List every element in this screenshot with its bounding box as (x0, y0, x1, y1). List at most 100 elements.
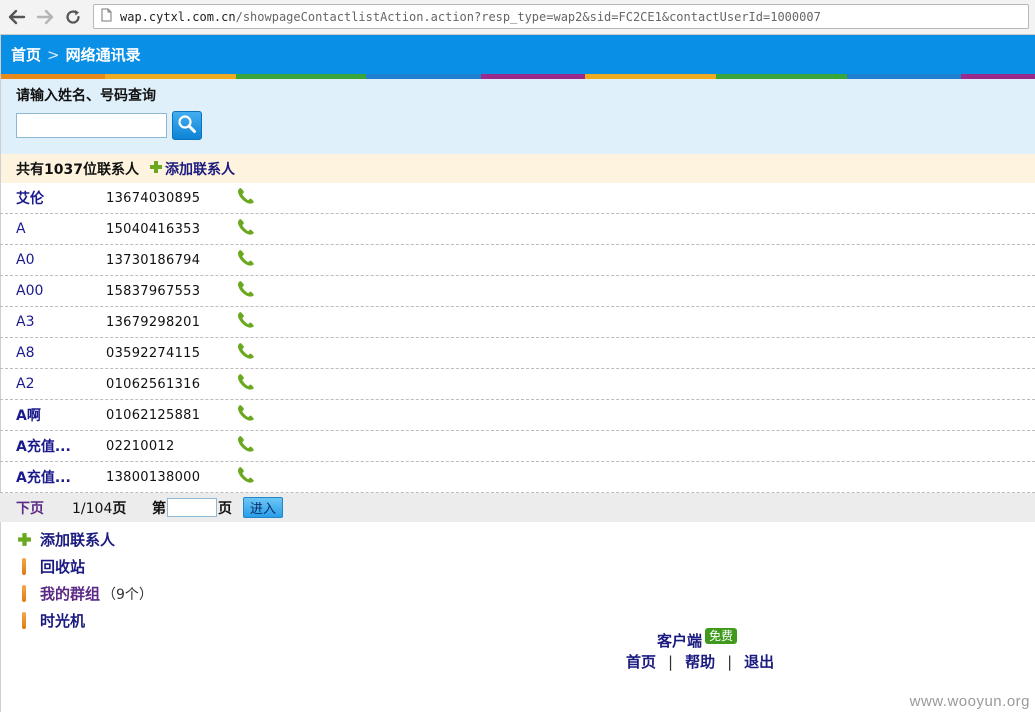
contact-row: A2 01062561316 (0, 369, 1035, 400)
bullet-bar-icon (16, 585, 32, 602)
contact-phone: 13730186794 (106, 252, 201, 268)
client-link[interactable]: 客户端 (657, 630, 702, 651)
phone-icon[interactable] (236, 466, 256, 488)
link-my-groups: 我的群组 （9个） (16, 580, 1035, 607)
contact-row: A00 15837967553 (0, 276, 1035, 307)
page-current: 1/104 (72, 500, 113, 517)
page-icon (101, 8, 112, 26)
contact-name-link[interactable]: A2 (16, 376, 34, 392)
bullet-bar-icon (16, 558, 32, 575)
phone-icon[interactable] (236, 404, 256, 426)
breadcrumb-separator: > (47, 45, 60, 64)
contact-phone: 15837967553 (106, 283, 201, 299)
url-path: /showpageContactlistAction.action?resp_t… (235, 9, 821, 24)
reload-icon[interactable] (62, 6, 84, 28)
footer-nav: 首页 | 帮助 | 退出 (626, 651, 774, 672)
go-button[interactable]: 进入 (243, 497, 283, 518)
contact-phone: 01062561316 (106, 376, 201, 392)
phone-icon[interactable] (236, 342, 256, 364)
phone-icon[interactable] (236, 311, 256, 333)
contact-phone: 02210012 (106, 438, 175, 454)
contact-row: A啊 01062125881 (0, 400, 1035, 431)
link-time-machine: 时光机 (16, 607, 1035, 634)
contact-row: A 15040416353 (0, 214, 1035, 245)
page-info: 1/104页 (72, 498, 126, 518)
contact-row: A充值... 02210012 (0, 431, 1035, 462)
site-header: 首页 > 网络通讯录 (0, 35, 1035, 74)
contact-name-link[interactable]: A00 (16, 283, 43, 299)
stripe-segment (716, 74, 847, 79)
search-row (16, 111, 1035, 140)
contact-name-link[interactable]: A (16, 221, 26, 237)
color-stripe (0, 74, 1035, 79)
footer-logout-link[interactable]: 退出 (744, 651, 774, 672)
link-add-contact: 添加联系人 (16, 526, 1035, 553)
browser-toolbar: wap.cytxl.com.cn/showpageContactlistActi… (0, 0, 1035, 35)
contact-phone: 13679298201 (106, 314, 201, 330)
footer-help-link[interactable]: 帮助 (685, 651, 715, 672)
my-groups-link[interactable]: 我的群组 (40, 583, 100, 604)
stripe-segment (961, 74, 1035, 79)
contact-phone: 03592274115 (106, 345, 201, 361)
search-button[interactable] (172, 111, 202, 140)
contact-name-link[interactable]: A充值... (16, 436, 71, 456)
pagination: 下页 1/104页 第 页 进入 (0, 493, 1035, 522)
bottom-links: 添加联系人 回收站 我的群组 （9个） 时光机 (0, 526, 1035, 634)
add-contact-bottom-link[interactable]: 添加联系人 (40, 529, 115, 550)
forward-arrow-icon[interactable] (34, 6, 56, 28)
goto-page: 第 页 (152, 498, 232, 518)
time-machine-link[interactable]: 时光机 (40, 610, 85, 631)
phone-icon[interactable] (236, 435, 256, 457)
goto-suffix: 页 (218, 500, 232, 517)
stripe-segment (105, 74, 236, 79)
contact-name-link[interactable]: A0 (16, 252, 34, 268)
url-text: wap.cytxl.com.cn/showpageContactlistActi… (120, 10, 821, 24)
contact-count: 共有1037位联系人 (16, 161, 139, 178)
contact-row: A0 13730186794 (0, 245, 1035, 276)
contact-row: 艾伦 13674030895 (0, 183, 1035, 214)
next-page-link[interactable]: 下页 (16, 498, 44, 518)
phone-icon[interactable] (236, 280, 256, 302)
contact-phone: 01062125881 (106, 407, 201, 423)
watermark: www.wooyun.org (909, 693, 1030, 710)
stripe-segment (0, 74, 105, 79)
recycle-bin-link[interactable]: 回收站 (40, 556, 85, 577)
contact-list: 艾伦 13674030895 A 15040416353 A0 13730186794 A0… (0, 183, 1035, 493)
search-area: 请输入姓名、号码查询 (0, 79, 1035, 154)
contact-name-link[interactable]: A啊 (16, 405, 41, 425)
footer-separator: | (668, 652, 674, 671)
contact-name-link[interactable]: 艾伦 (16, 188, 44, 208)
stripe-segment (236, 74, 366, 79)
phone-icon[interactable] (236, 249, 256, 271)
back-arrow-icon[interactable] (6, 6, 28, 28)
phone-icon[interactable] (236, 218, 256, 240)
contact-row: A3 13679298201 (0, 307, 1035, 338)
contact-name-link[interactable]: A充值... (16, 467, 71, 487)
phone-icon[interactable] (236, 187, 256, 209)
plus-icon (149, 160, 163, 178)
contact-phone: 13674030895 (106, 190, 201, 206)
address-bar[interactable]: wap.cytxl.com.cn/showpageContactlistActi… (93, 4, 1029, 29)
contact-row: A8 03592274115 (0, 338, 1035, 369)
search-input[interactable] (16, 113, 167, 138)
stripe-segment (481, 74, 585, 79)
page-title: 网络通讯录 (65, 46, 141, 64)
url-host: wap.cytxl.com.cn (120, 9, 236, 24)
plus-icon (16, 532, 32, 547)
footer-home-link[interactable]: 首页 (626, 651, 656, 672)
link-recycle-bin: 回收站 (16, 553, 1035, 580)
header-home-link[interactable]: 首页 (11, 44, 41, 65)
contact-name-link[interactable]: A8 (16, 345, 34, 361)
contact-name-link[interactable]: A3 (16, 314, 34, 330)
footer-separator: | (727, 652, 733, 671)
page-number-input[interactable] (167, 498, 217, 517)
page-unit: 页 (112, 500, 127, 517)
bullet-bar-icon (16, 612, 32, 629)
stripe-segment (847, 74, 961, 79)
phone-icon[interactable] (236, 373, 256, 395)
search-icon (177, 114, 197, 138)
contact-summary: 共有1037位联系人 添加联系人 (0, 154, 1035, 183)
stripe-segment (366, 74, 481, 79)
goto-prefix: 第 (152, 500, 166, 517)
add-contact-link[interactable]: 添加联系人 (165, 159, 235, 179)
